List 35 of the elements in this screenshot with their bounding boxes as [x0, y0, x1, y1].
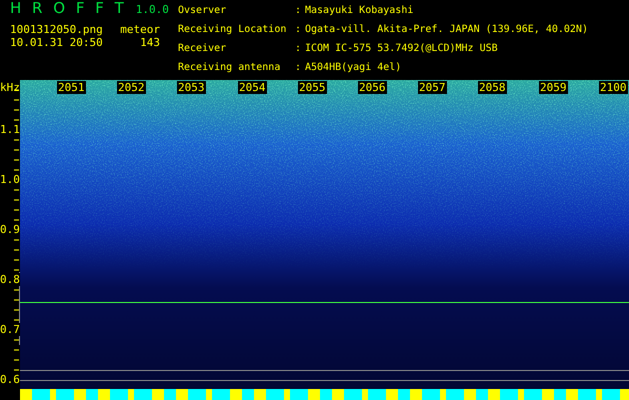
colon: : [295, 4, 302, 18]
info-label: Receiving Location [178, 23, 288, 37]
colon: : [295, 61, 302, 75]
date-time: 10.01.31 20:50 [10, 36, 103, 50]
frequency-label: 1.1 [0, 123, 20, 136]
colon: : [295, 42, 302, 56]
app-title: H R O F F T [10, 2, 126, 15]
meteor-label: meteor [120, 23, 160, 36]
frequency-label: 0.6 [0, 373, 20, 386]
info-value: ICOM IC-575 53.7492(@LCD)MHz USB [305, 42, 499, 56]
info-value: A504HB(yagi 4el) [305, 61, 402, 75]
frequency-label: 0.9 [0, 223, 20, 236]
time-label: 2058 [478, 81, 506, 94]
info-value: Ogata-vill. Akita-Pref. JAPAN (139.96E, 40.02N) [305, 23, 588, 37]
file-name: 1001312050.png [10, 23, 103, 36]
time-label: 2054 [238, 81, 266, 94]
time-label: 2059 [539, 81, 568, 94]
meteor-count: 143 [140, 36, 160, 50]
colon: : [295, 23, 302, 37]
time-label: 2055 [298, 81, 326, 94]
time-label: 2052 [117, 81, 146, 94]
frequency-label: 0.8 [0, 273, 20, 286]
info-label: Receiving antenna [178, 61, 282, 75]
time-label: 2051 [57, 81, 86, 94]
time-label: 2053 [177, 81, 206, 94]
time-label: 2100 [599, 81, 628, 94]
frequency-label: 0.7 [0, 323, 20, 336]
info-value: Masayuki Kobayashi [305, 4, 414, 18]
axis-unit: kHz [0, 81, 20, 94]
frequency-label: 1.0 [0, 173, 20, 186]
info-label: Receiver [178, 42, 228, 56]
app-version: 1.0.0 [136, 3, 169, 16]
time-label: 2057 [418, 81, 446, 94]
time-label: 2056 [358, 81, 386, 94]
info-label: Ovserver [178, 4, 228, 18]
